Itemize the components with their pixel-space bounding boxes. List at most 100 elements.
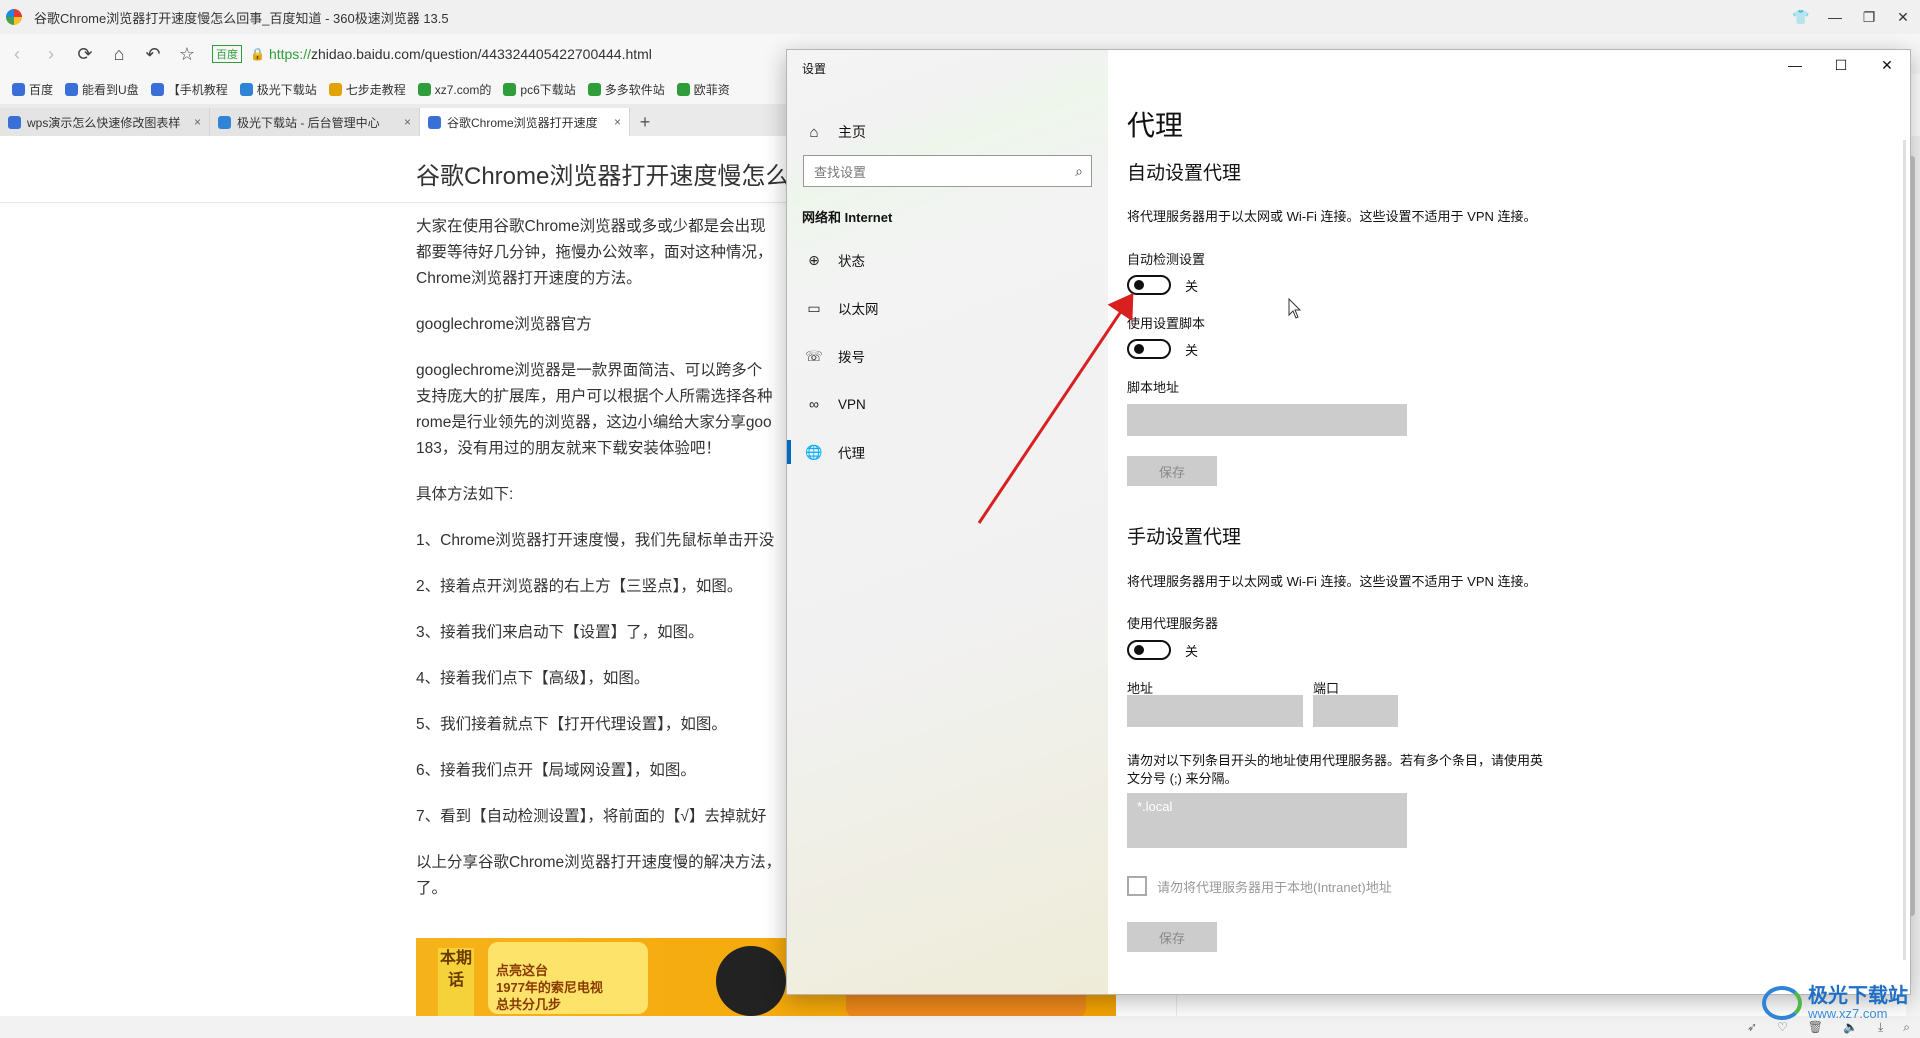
bookmark-favicon-icon xyxy=(328,82,342,96)
step-2: 2、接着点开浏览器的右上方【三竖点】，如图。 xyxy=(416,578,743,595)
settings-nav: ⊕ 状态 ▭ 以太网 ☏ 拨号 ∞ VPN 🌐 代理 xyxy=(787,236,1108,476)
step-1: 1、Chrome浏览器打开速度慢，我们先鼠标单击开没 xyxy=(416,532,775,549)
zoom-icon[interactable]: ⌕ xyxy=(1903,1020,1910,1035)
sidebar-category-title: 网络和 Internet xyxy=(802,210,893,225)
article-description: googlechrome浏览器是一款界面简洁、可以跨多个 支持庞大的扩展库，用户… xyxy=(416,358,790,462)
address-bar[interactable]: 百度 🔒 https:// zhidao.baidu.com/question/… xyxy=(212,40,772,68)
settings-scrollbar[interactable] xyxy=(1903,140,1906,960)
minimize-button[interactable]: — xyxy=(1818,0,1852,34)
use-proxy-toggle[interactable]: 关 xyxy=(1127,640,1198,660)
auto-save-button[interactable]: 保存 xyxy=(1127,456,1217,486)
sidebar-item-label: 代理 xyxy=(838,446,865,461)
script-address-field[interactable] xyxy=(1127,404,1407,436)
tab-close-icon[interactable]: × xyxy=(194,115,201,129)
maximize-button[interactable]: ☐ xyxy=(1818,50,1864,80)
tab-close-icon[interactable]: × xyxy=(404,115,411,129)
mouse-cursor-icon xyxy=(1288,298,1302,319)
watermark-url: www.xz7.com xyxy=(1808,1006,1888,1021)
method-heading: 具体方法如下: xyxy=(416,486,514,503)
text-line: 都要等待好几分钟，拖慢办公效率，面对这种情况， xyxy=(416,244,773,261)
settings-window-controls: — ☐ ✕ xyxy=(1772,50,1910,80)
settings-search-input[interactable]: 查找设置 ⌕ xyxy=(803,155,1092,187)
proxy-address-field[interactable] xyxy=(1127,695,1303,727)
speaker-icon[interactable]: 🔈 xyxy=(1843,1020,1858,1034)
heart-icon[interactable]: ♡ xyxy=(1777,1020,1788,1034)
text-line: 183，没有用过的朋友就来下载安装体验吧！ xyxy=(416,440,721,457)
sidebar-item-status[interactable]: ⊕ 状态 xyxy=(787,236,1108,284)
settings-window: 设置 ⌂ 主页 查找设置 ⌕ 网络和 Internet ⊕ 状态 ▭ 以太网 ☏… xyxy=(786,49,1911,995)
local-address-checkbox[interactable]: 请勿将代理服务器用于本地(Intranet)地址 xyxy=(1127,876,1392,896)
text-line: rome是行业领先的浏览器，这边小编给大家分享goo xyxy=(416,414,772,431)
lock-icon: 🔒 xyxy=(250,47,265,61)
bookmark-item[interactable]: xz7.com的 xyxy=(417,81,492,98)
bookmark-item[interactable]: 【手机教程 xyxy=(150,81,228,98)
bookmark-favicon-icon xyxy=(239,82,253,96)
close-button[interactable]: ✕ xyxy=(1864,50,1910,80)
sidebar-item-vpn[interactable]: ∞ VPN xyxy=(787,380,1108,428)
minimize-button[interactable]: — xyxy=(1772,50,1818,80)
text-line: googlechrome浏览器是一款界面简洁、可以跨多个 xyxy=(416,362,763,379)
article-intro: 大家在使用谷歌Chrome浏览器或多或少都是会出现 都要等待好几分钟，拖慢办公效… xyxy=(416,214,790,292)
auto-proxy-description: 将代理服务器用于以太网或 Wi-Fi 连接。这些设置不适用于 VPN 连接。 xyxy=(1127,209,1537,224)
browser-logo-icon xyxy=(6,9,22,25)
exceptions-textarea[interactable]: *.local xyxy=(1127,793,1407,848)
close-button[interactable]: ✕ xyxy=(1886,0,1920,34)
shirt-skin-icon[interactable]: 👕 xyxy=(1784,0,1818,34)
bookmark-item[interactable]: 百度 xyxy=(12,81,53,98)
toggle-switch[interactable] xyxy=(1127,275,1171,295)
article-body: 大家在使用谷歌Chrome浏览器或多或少都是会出现 都要等待好几分钟，拖慢办公效… xyxy=(416,214,790,922)
restore-button[interactable]: ❐ xyxy=(1852,0,1886,34)
sidebar-item-proxy[interactable]: 🌐 代理 xyxy=(787,428,1108,476)
text-line: 了。 xyxy=(416,880,448,897)
tab-strip: wps演示怎么快速修改图表样 × 极光下载站 - 后台管理中心 × 谷歌Chro… xyxy=(0,104,790,136)
star-bookmark-icon[interactable]: ☆ xyxy=(170,37,204,71)
bookmark-item[interactable]: 多多软件站 xyxy=(587,81,665,98)
reload-icon[interactable]: ⟳ xyxy=(68,37,102,71)
bookmark-label: xz7.com的 xyxy=(434,82,492,97)
rocket-icon[interactable]: ➶ xyxy=(1747,1020,1757,1034)
tab-close-icon[interactable]: × xyxy=(614,115,621,129)
back-arrow-icon[interactable]: ‹ xyxy=(0,37,34,71)
proxy-port-field[interactable] xyxy=(1313,695,1398,727)
toggle-state: 关 xyxy=(1185,342,1199,358)
dialup-icon: ☏ xyxy=(805,347,823,364)
tab-wps[interactable]: wps演示怎么快速修改图表样 × xyxy=(0,108,210,136)
new-tab-button[interactable]: + xyxy=(630,108,660,136)
bookmark-favicon-icon xyxy=(417,82,431,96)
bookmark-item[interactable]: 极光下载站 xyxy=(239,81,317,98)
undo-close-tab-icon[interactable]: ↶ xyxy=(136,37,170,71)
checkbox-box[interactable] xyxy=(1127,876,1147,896)
tab-jiguang-admin[interactable]: 极光下载站 - 后台管理中心 × xyxy=(210,108,420,136)
baidu-paw-icon xyxy=(8,115,21,129)
bookmark-item[interactable]: 欧菲资 xyxy=(676,81,730,98)
bookmark-label: 极光下载站 xyxy=(256,82,317,97)
use-proxy-label: 使用代理服务器 xyxy=(1127,616,1219,631)
page-title: 代理 xyxy=(1127,110,1184,141)
setup-script-toggle[interactable]: 关 xyxy=(1127,339,1198,359)
bookmark-item[interactable]: 七步走教程 xyxy=(328,81,406,98)
bookmark-item[interactable]: 能看到U盘 xyxy=(65,81,139,98)
tab-chrome-article[interactable]: 谷歌Chrome浏览器打开速度 × xyxy=(420,108,630,136)
sidebar-item-dialup[interactable]: ☏ 拨号 xyxy=(787,332,1108,380)
sidebar-item-label: 拨号 xyxy=(838,350,865,365)
step-7: 7、看到【自动检测设置】，将前面的【√】去掉就好 xyxy=(416,808,767,825)
home-icon[interactable]: ⌂ xyxy=(102,37,136,71)
toggle-switch[interactable] xyxy=(1127,339,1171,359)
bookmark-label: 七步走教程 xyxy=(345,82,406,97)
toggle-switch[interactable] xyxy=(1127,640,1171,660)
search-placeholder: 查找设置 xyxy=(814,164,867,180)
text-line: Chrome浏览器打开速度的方法。 xyxy=(416,270,642,287)
auto-detect-toggle[interactable]: 关 xyxy=(1127,275,1198,295)
trash-icon[interactable]: 🗑 xyxy=(1808,1020,1823,1034)
forward-arrow-icon[interactable]: › xyxy=(34,37,68,71)
script-address-label: 脚本地址 xyxy=(1127,380,1180,395)
bookmark-item[interactable]: pc6下载站 xyxy=(503,81,576,98)
bookmark-label: 能看到U盘 xyxy=(82,82,139,97)
download-icon[interactable]: ⤓ xyxy=(1878,1020,1883,1035)
sidebar-item-ethernet[interactable]: ▭ 以太网 xyxy=(787,284,1108,332)
sidebar-item-home[interactable]: ⌂ 主页 xyxy=(787,112,1108,152)
field-value xyxy=(1127,404,1407,416)
bookmark-favicon-icon xyxy=(150,82,164,96)
step-5: 5、我们接着就点下【打开代理设置】，如图。 xyxy=(416,716,727,733)
manual-save-button[interactable]: 保存 xyxy=(1127,922,1217,952)
